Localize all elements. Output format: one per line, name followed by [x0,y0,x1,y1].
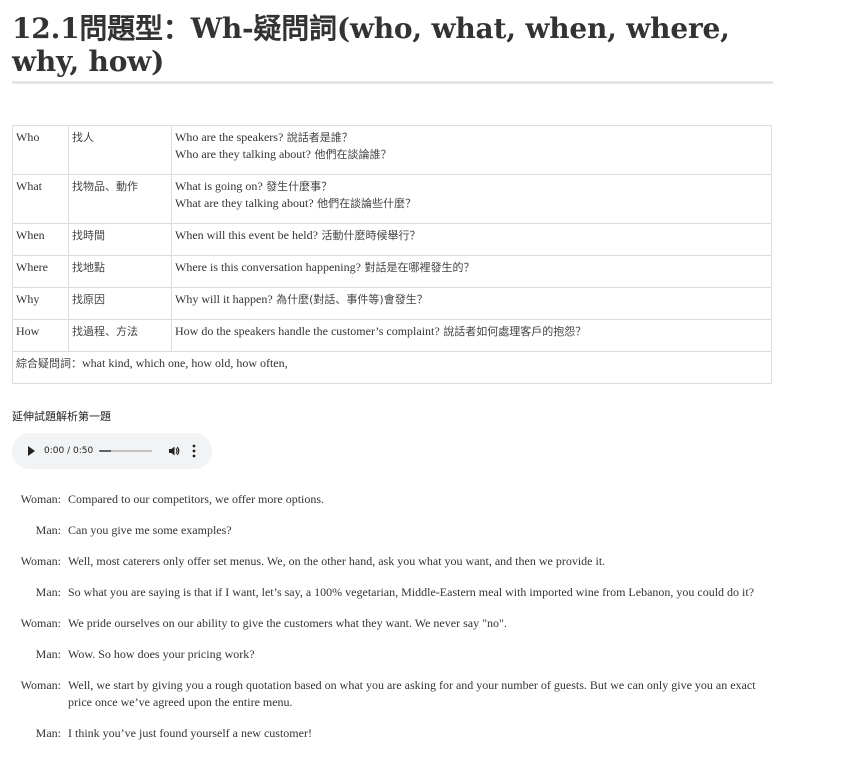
example-questions: Why will it happen? 為什麼(對話、事件等)會發生？ [171,287,772,320]
example-zh: 對話是在哪裡發生的？ [360,261,475,274]
dialog-line: Man: So what you are saying is that if I… [12,584,774,601]
wh-question-table: Who 找人 Who are the speakers? 說話者是誰？ Who … [12,125,772,384]
table-footer-row: 綜合疑問詞：what kind, which one, how old, how… [12,351,772,384]
example-zh: 活動什麼時候舉行？ [317,229,421,242]
question-word: Where [12,255,69,288]
example-en: How do the speakers handle the customer’… [175,324,440,338]
question-word: Who [12,125,69,175]
conversation-transcript: Woman: Compared to our competitors, we o… [12,491,774,742]
example-en: When will this event be held? [175,228,318,242]
dialog-line: Man: Wow. So how does your pricing work? [12,646,774,663]
audio-progress-bar[interactable] [99,450,152,452]
more-vert-icon[interactable] [192,444,196,458]
speaker-label: Woman: [20,616,61,630]
question-goal: 找時間 [68,223,172,256]
example-questions: Where is this conversation happening? 對話… [171,255,772,288]
title-divider [12,81,773,84]
example-questions: Who are the speakers? 說話者是誰？ Who are the… [171,125,772,175]
page-title: 12.1問題型：Wh-疑問詞(who, what, when, where, w… [12,12,730,78]
example-zh: 他們在談論誰？ [310,148,392,161]
table-row: How 找過程、方法 How do the speakers handle th… [12,319,772,352]
example-en: What is going on? [175,179,263,193]
dialog-line: Man: Can you give me some examples? [12,522,774,539]
example-en: What are they talking about? [175,196,314,210]
speech-text: Well, we start by giving you a rough quo… [68,678,756,709]
speaker-label: Man: [35,585,61,599]
example-zh: 說話者是誰？ [283,131,353,144]
mixed-label: 綜合疑問詞： [16,357,82,370]
question-goal: 找過程、方法 [68,319,172,352]
question-goal: 找原因 [68,287,172,320]
example-questions: How do the speakers handle the customer’… [171,319,772,352]
speaker-label: Man: [35,726,61,740]
dialog-line: Man: I think you’ve just found yourself … [12,725,774,742]
mixed-list: what kind, which one, how old, how often… [82,356,288,370]
dialog-line: Woman: Well, most caterers only offer se… [12,553,774,570]
question-word: When [12,223,69,256]
dialog-line: Woman: Compared to our competitors, we o… [12,491,774,508]
question-word: What [12,174,69,224]
table-row: Where 找地點 Where is this conversation hap… [12,255,772,288]
audio-progress-fill [99,450,111,452]
speech-text: Wow. So how does your pricing work? [68,647,255,661]
example-zh: 他們在談論些什麼？ [313,197,417,210]
example-zh: 發生什麼事？ [262,180,333,193]
example-questions: What is going on? 發生什麼事？ What are they t… [171,174,772,224]
table-row: Who 找人 Who are the speakers? 說話者是誰？ Who … [12,125,772,175]
example-zh: 說話者如何處理客戶的抱怨？ [439,325,587,338]
example-en: Who are the speakers? [175,130,284,144]
speech-text: Can you give me some examples? [68,523,232,537]
mixed-question-words: 綜合疑問詞：what kind, which one, how old, how… [12,351,772,384]
question-goal: 找物品、動作 [68,174,172,224]
example-en: Why will it happen? [175,292,273,306]
speaker-label: Woman: [20,678,61,692]
speaker-label: Woman: [20,492,61,506]
page-content: 12.1問題型：Wh-疑問詞(who, what, when, where, w… [12,0,774,756]
dialog-line: Woman: Well, we start by giving you a ro… [12,677,774,711]
play-icon[interactable] [28,446,35,456]
table-row: Why 找原因 Why will it happen? 為什麼(對話、事件等)會… [12,287,772,320]
speech-text: Well, most caterers only offer set menus… [68,554,606,568]
table-row: When 找時間 When will this event be held? 活… [12,223,772,256]
question-word: How [12,319,69,352]
speaker-label: Man: [35,647,61,661]
audio-player[interactable]: 0:00 / 0:50 [12,433,212,469]
table-row: What 找物品、動作 What is going on? 發生什麼事？ Wha… [12,174,772,224]
example-en: Where is this conversation happening? [175,260,361,274]
question-goal: 找地點 [68,255,172,288]
speech-text: We pride ourselves on our ability to giv… [68,616,507,630]
example-en: Who are they talking about? [175,147,311,161]
example-questions: When will this event be held? 活動什麼時候舉行？ [171,223,772,256]
volume-icon[interactable] [168,445,180,457]
speaker-label: Woman: [20,554,61,568]
section-heading: 延伸試題解析第一題 [12,410,111,423]
speech-text: Compared to our competitors, we offer mo… [68,492,325,506]
speech-text: So what you are saying is that if I want… [68,585,755,599]
speaker-label: Man: [35,523,61,537]
dialog-line: Woman: We pride ourselves on our ability… [12,615,774,632]
audio-time: 0:00 / 0:50 [44,446,94,456]
question-goal: 找人 [68,125,172,175]
speech-text: I think you’ve just found yourself a new… [68,726,312,740]
example-zh: 為什麼(對話、事件等)會發生？ [272,293,428,306]
question-word: Why [12,287,69,320]
